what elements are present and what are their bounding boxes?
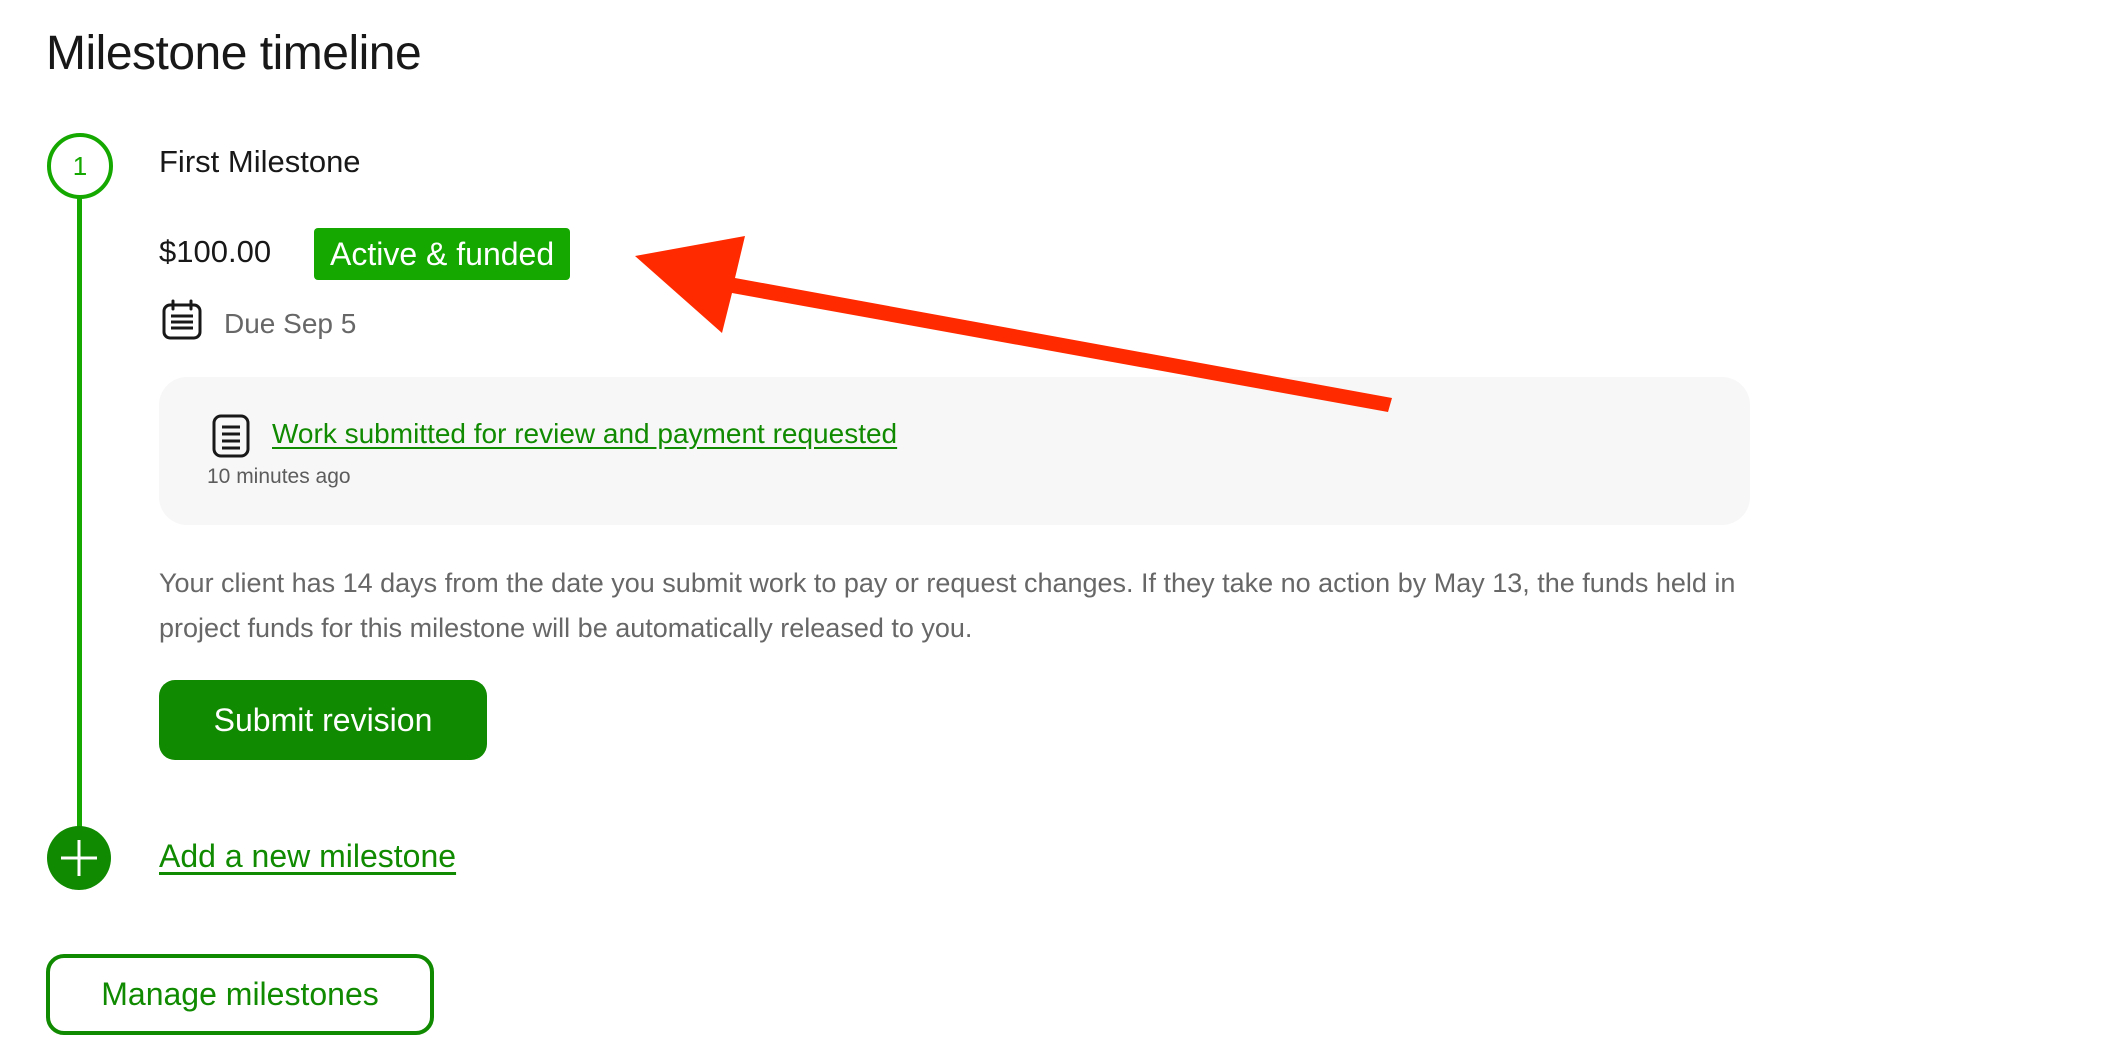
manage-milestones-button[interactable]: Manage milestones bbox=[46, 954, 434, 1035]
document-icon bbox=[211, 413, 251, 464]
activity-card: Work submitted for review and payment re… bbox=[159, 377, 1750, 525]
milestone-timeline-page: Milestone timeline 1 First Milestone $10… bbox=[0, 0, 2114, 1063]
step-number-circle: 1 bbox=[47, 133, 113, 199]
add-milestone-button[interactable] bbox=[47, 826, 111, 890]
work-submitted-link[interactable]: Work submitted for review and payment re… bbox=[272, 418, 897, 450]
status-badge: Active & funded bbox=[314, 228, 571, 280]
milestone-amount: $100.00 bbox=[159, 234, 272, 269]
milestone-name: First Milestone bbox=[159, 144, 361, 179]
activity-timestamp: 10 minutes ago bbox=[207, 465, 351, 488]
submit-revision-button[interactable]: Submit revision bbox=[159, 680, 487, 760]
calendar-icon bbox=[160, 298, 204, 349]
add-milestone-link[interactable]: Add a new milestone bbox=[159, 838, 456, 875]
auto-release-info: Your client has 14 days from the date yo… bbox=[159, 568, 1736, 643]
step-number: 1 bbox=[72, 150, 88, 181]
page-title: Milestone timeline bbox=[46, 27, 422, 80]
due-date: Due Sep 5 bbox=[224, 307, 357, 339]
timeline-rail bbox=[77, 195, 82, 830]
due-date-row: Due Sep 5 bbox=[160, 298, 356, 349]
